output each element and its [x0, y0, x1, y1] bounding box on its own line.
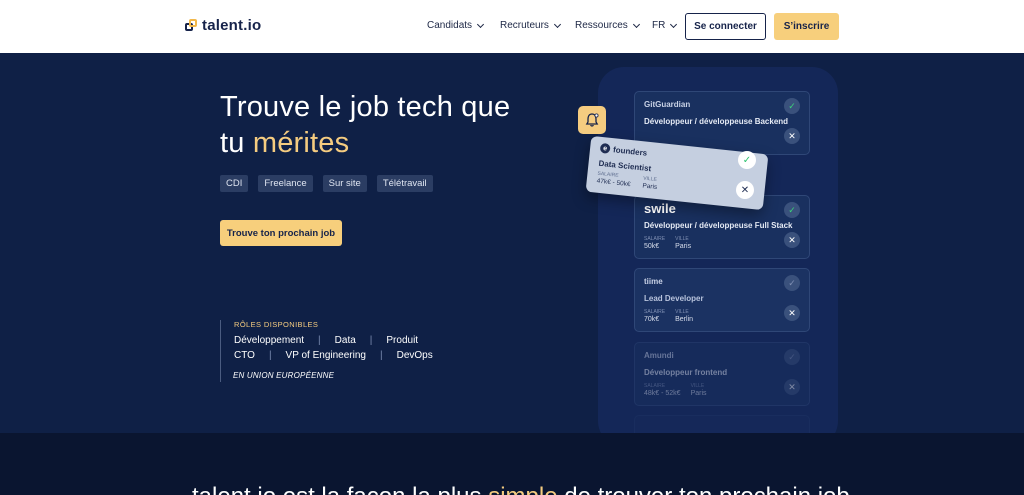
hero-title-prefix: tu — [220, 127, 253, 159]
card-company: swile — [644, 201, 676, 216]
job-card[interactable]: tiime Lead Developer SALAIRE 70k€ VILLE Be… — [634, 268, 810, 332]
close-icon[interactable]: ✕ — [736, 181, 754, 199]
chevron-down-icon — [553, 20, 561, 28]
roles-title: RÔLES DISPONIBLES — [234, 320, 319, 329]
city-label: VILLE — [675, 236, 689, 242]
roles-region: EN UNION EUROPÉENNE — [233, 371, 335, 380]
card-company: Amundi — [644, 351, 674, 360]
menu-recruteurs-label: Recruteurs — [500, 20, 549, 31]
close-icon[interactable]: ✕ — [784, 305, 800, 321]
close-icon[interactable]: ✕ — [784, 379, 800, 395]
job-card-faded — [634, 415, 810, 433]
company-logo-icon: e — [599, 142, 611, 154]
card-company: GitGuardian — [644, 100, 691, 109]
close-icon[interactable]: ✕ — [784, 232, 800, 248]
logo-text: talent.io — [202, 17, 262, 34]
float-meta: SALAIRE 47k€ - 50k€ VILLE Paris — [596, 171, 658, 191]
city-value: Paris — [675, 243, 692, 250]
hero-title-line1: Trouve le job tech que — [220, 91, 511, 123]
salary-label: SALAIRE — [644, 236, 666, 242]
intro-heading: talent.io est la façon la plus simple de… — [192, 483, 850, 495]
salary-value: 50k€ — [644, 243, 660, 250]
chevron-down-icon — [476, 20, 485, 28]
logo[interactable]: talent.io — [185, 17, 261, 34]
separator: | — [268, 350, 272, 361]
separator: | — [318, 335, 321, 346]
role-item: Data — [334, 335, 356, 346]
tag-freelance: Freelance — [258, 175, 313, 192]
card-company: tiime — [644, 277, 663, 286]
card-role: Développeur frontend — [644, 368, 728, 377]
accept-icon[interactable]: ✓ — [784, 349, 800, 365]
separator: | — [369, 335, 373, 346]
role-item: Développement — [234, 335, 305, 346]
close-icon[interactable]: ✕ — [784, 128, 800, 144]
chevron-down-icon — [632, 20, 640, 28]
float-company: e founders — [599, 142, 648, 158]
roles-row-1: Développement | Data | Produit — [234, 335, 433, 346]
bell-icon-svg — [585, 113, 599, 127]
accept-icon[interactable]: ✓ — [738, 151, 756, 169]
language-label: FR — [652, 20, 666, 31]
logo-icon — [185, 19, 198, 32]
menu-candidats[interactable]: Candidats — [427, 20, 485, 31]
roles-row-2: CTO | VP of Engineering | DevOps — [234, 350, 433, 361]
intro-prefix: talent.io est la façon la plus — [192, 483, 488, 495]
accept-icon[interactable]: ✓ — [784, 275, 800, 291]
card-role: Lead Developer — [644, 294, 704, 303]
salary-value: 70k€ — [644, 316, 660, 323]
card-meta: SALAIRE 70k€ VILLE Berlin — [644, 309, 693, 323]
menu-ressources[interactable]: Ressources — [575, 20, 640, 31]
hero-title-highlight: mérites — [252, 127, 350, 159]
city-value: Berlin — [675, 316, 694, 323]
menu-recruteurs[interactable]: Recruteurs — [500, 20, 561, 31]
job-type-tags: CDI Freelance Sur site Télétravail — [220, 175, 433, 192]
tag-sur-site: Sur site — [322, 175, 367, 192]
salary-label: SALAIRE — [644, 309, 666, 315]
menu-ressources-label: Ressources — [575, 20, 628, 31]
hero-section: Trouve le job tech que tu mérites CDI Fr… — [0, 53, 1024, 433]
salary-value: 47k€ - 50k€ — [596, 177, 631, 189]
city-value: Paris — [690, 390, 707, 397]
separator: | — [379, 350, 383, 361]
accept-icon[interactable]: ✓ — [784, 202, 800, 218]
tag-cdi: CDI — [220, 175, 249, 192]
card-meta: SALAIRE 48k€ - 52k€ VILLE Paris — [644, 383, 707, 397]
tag-teletravail: Télétravail — [376, 175, 433, 192]
city-label: VILLE — [690, 383, 705, 389]
signup-button[interactable]: S’inscrire — [774, 13, 839, 40]
role-item: Produit — [386, 335, 419, 346]
intro-suffix: de trouver ton prochain job — [558, 483, 850, 495]
hero-title: Trouve le job tech que tu mérites — [220, 89, 510, 161]
role-item: CTO — [234, 350, 255, 361]
salary-value: 48k€ - 52k€ — [644, 390, 681, 397]
job-card[interactable]: Amundi Développeur frontend SALAIRE 48k€ … — [634, 342, 810, 406]
intro-section: talent.io est la façon la plus simple de… — [0, 433, 1024, 495]
top-navigation: talent.io Candidats Recruteurs Ressource… — [0, 0, 1024, 53]
card-role: Développeur / développeuse Backend — [644, 117, 789, 126]
accept-icon[interactable]: ✓ — [784, 98, 800, 114]
role-item: DevOps — [396, 350, 433, 361]
menu-candidats-label: Candidats — [427, 20, 473, 31]
role-item: VP of Engineering — [285, 350, 366, 361]
language-selector[interactable]: FR — [652, 20, 678, 31]
card-meta: SALAIRE 50k€ VILLE Paris — [644, 236, 691, 250]
find-job-button[interactable]: Trouve ton prochain job — [220, 220, 342, 246]
intro-highlight: simple — [488, 483, 557, 495]
city-value: Paris — [642, 182, 658, 191]
card-role: Développeur / développeuse Full Stack — [644, 221, 793, 230]
bell-icon — [578, 106, 606, 134]
float-company-name: founders — [612, 144, 648, 158]
salary-label: SALAIRE — [644, 383, 666, 389]
city-label: VILLE — [675, 309, 689, 315]
chevron-down-icon — [670, 20, 678, 28]
login-button[interactable]: Se connecter — [685, 13, 766, 40]
